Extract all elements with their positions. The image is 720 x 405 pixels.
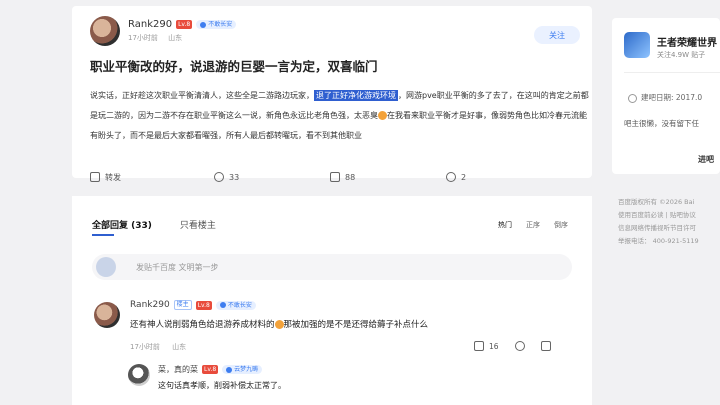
forum-name[interactable]: 王者荣耀世界 xyxy=(657,34,717,49)
replies-card: 全部回复 (33) 只看楼主 热门 正序 倒序 发贴千百度 文明第一步 Rank… xyxy=(72,196,592,405)
share-button[interactable]: 转发 xyxy=(90,172,121,183)
more-icon[interactable] xyxy=(540,341,551,351)
comment-placeholder: 发贴千百度 文明第一步 xyxy=(136,263,219,272)
post-location: 山东 xyxy=(168,34,183,42)
author-avatar[interactable] xyxy=(90,16,120,46)
tag-label: 云梦九畴 xyxy=(234,366,259,373)
divider xyxy=(624,72,720,73)
reply-tabs: 全部回复 (33) 只看楼主 xyxy=(92,218,216,236)
sub-reply-header: 菜，真的菜 Lv.8 云梦九畴 xyxy=(158,364,263,375)
comment-icon[interactable] xyxy=(514,341,525,351)
forum-card: 王者荣耀世界 关注4.9W 贴子 建吧日期: 2017.0 吧主很懒，没有留下任… xyxy=(612,18,720,174)
footer-terms[interactable]: 使用百度前必读 | 贴吧协议 xyxy=(618,209,699,222)
share-label: 转发 xyxy=(105,172,121,182)
diamond-icon xyxy=(226,366,233,373)
footer-report-phone: 举报电话： 400-921-5119 xyxy=(618,237,699,245)
like-button[interactable]: 88 xyxy=(330,172,355,182)
star-icon xyxy=(446,172,456,182)
sort-descending[interactable]: 倒序 xyxy=(554,220,568,230)
reply-header: Rank290 楼主 Lv.8 不敢长安 xyxy=(130,300,256,310)
reply-text: 还有神人说削弱角色给退游养成材料的 那被加强的是不是还得给薅子补点什么 xyxy=(130,318,428,330)
footer-license[interactable]: 信息网络传播视听节目许可 xyxy=(618,222,699,235)
owner-badge: 楼主 xyxy=(173,300,192,310)
reply-like-count: 16 xyxy=(489,341,499,351)
comment-icon xyxy=(214,172,224,182)
footer-links: 百度版权所有 ©2026 Bai 使用百度前必读 | 贴吧协议 信息网络传播视听… xyxy=(618,196,699,248)
post-card: Rank290 Lv.8 不敢长安 17小时前 山东 关注 职业平衡改的好，说退… xyxy=(72,6,592,182)
post-body: 说实话，正好趁这次职业平衡清清人，这些全是二游路边玩家， 退了正好净化游戏环境 ，网… xyxy=(90,86,590,146)
post-meta: 17小时前 山东 xyxy=(128,33,236,43)
reply-text-part: 那被加强的是不是还得给薅子补点什么 xyxy=(283,320,429,330)
sort-hot[interactable]: 热门 xyxy=(498,220,512,230)
tag-badge: 不敢长安 xyxy=(196,20,237,29)
level-badge: Lv.8 xyxy=(195,300,212,310)
reply-avatar[interactable] xyxy=(94,302,120,328)
level-badge: Lv.8 xyxy=(202,365,219,374)
page: Rank290 Lv.8 不敢长安 17小时前 山东 关注 职业平衡改的好，说退… xyxy=(0,0,720,405)
forum-stats: 关注4.9W 贴子 xyxy=(657,51,706,59)
follow-button[interactable]: 关注 xyxy=(534,26,580,44)
reply-meta: 17小时前 山东 xyxy=(130,342,186,352)
sub-reply-avatar[interactable] xyxy=(128,364,150,386)
forum-created: 建吧日期: 2017.0 xyxy=(628,92,702,103)
reply-text-part: 还有神人说削弱角色给退游养成材料的 xyxy=(130,320,275,330)
sweat-emoji-icon xyxy=(274,320,284,329)
tag-badge: 不敢长安 xyxy=(215,300,256,310)
tag-label: 不敢长安 xyxy=(208,21,233,28)
comment-button[interactable]: 33 xyxy=(214,172,239,182)
sub-reply: 菜，真的菜 Lv.8 云梦九畴 这句话真孝顺，削弱补偿太正常了。 xyxy=(128,362,548,402)
sort-tabs: 热门 正序 倒序 xyxy=(498,220,568,230)
post-body-text: 说实话，正好趁这次职业平衡清清人，这些全是二游路边玩家， xyxy=(90,91,314,100)
tab-owner-only[interactable]: 只看楼主 xyxy=(180,218,216,231)
diamond-icon xyxy=(200,21,207,28)
thumbs-up-icon xyxy=(474,341,484,351)
reply-location: 山东 xyxy=(172,343,187,351)
sort-ascending[interactable]: 正序 xyxy=(526,220,540,230)
enter-forum-link[interactable]: 进吧 xyxy=(698,154,714,165)
sub-reply-text: 这句话真孝顺，削弱补偿太正常了。 xyxy=(158,381,286,390)
reply-actions: 16 xyxy=(474,341,551,351)
footer-copyright: 百度版权所有 ©2026 Bai xyxy=(618,198,695,206)
post-action-bar: 转发 33 88 2 xyxy=(90,170,570,184)
reply-like-button[interactable]: 16 xyxy=(474,341,499,351)
reply-time: 17小时前 xyxy=(130,343,160,351)
post-author: Rank290 Lv.8 不敢长安 17小时前 山东 xyxy=(90,16,237,46)
favorite-count: 2 xyxy=(461,172,467,182)
reply-author[interactable]: Rank290 xyxy=(130,300,170,310)
thumbs-up-icon xyxy=(330,172,340,182)
like-count: 88 xyxy=(345,172,356,182)
angry-emoji-icon xyxy=(378,111,387,120)
post-time: 17小时前 xyxy=(128,34,158,42)
author-meta: Rank290 Lv.8 不敢长安 17小时前 山东 xyxy=(128,19,237,43)
author-name[interactable]: Rank290 xyxy=(128,19,172,30)
post-title: 职业平衡改的好，说退游的巨婴一言为定，双喜临门 xyxy=(90,59,378,74)
tag-label: 不敢长安 xyxy=(227,301,252,309)
forum-logo[interactable] xyxy=(624,32,650,58)
comment-count: 33 xyxy=(229,172,240,182)
level-badge: Lv.8 xyxy=(176,20,193,29)
author-name-line: Rank290 Lv.8 不敢长安 xyxy=(128,19,237,30)
tag-badge: 云梦九畴 xyxy=(222,365,263,374)
share-icon xyxy=(90,172,100,182)
selected-text: 退了正好净化游戏环境 xyxy=(314,90,398,101)
tab-all-replies[interactable]: 全部回复 (33) xyxy=(92,218,152,236)
comment-input[interactable]: 发贴千百度 文明第一步 xyxy=(92,254,572,280)
sub-reply-author[interactable]: 菜，真的菜 xyxy=(158,364,198,375)
user-avatar xyxy=(96,257,116,277)
favorite-button[interactable]: 2 xyxy=(446,172,466,182)
diamond-icon xyxy=(219,302,226,308)
forum-description: 吧主很懒，没有留下任 xyxy=(624,119,699,128)
